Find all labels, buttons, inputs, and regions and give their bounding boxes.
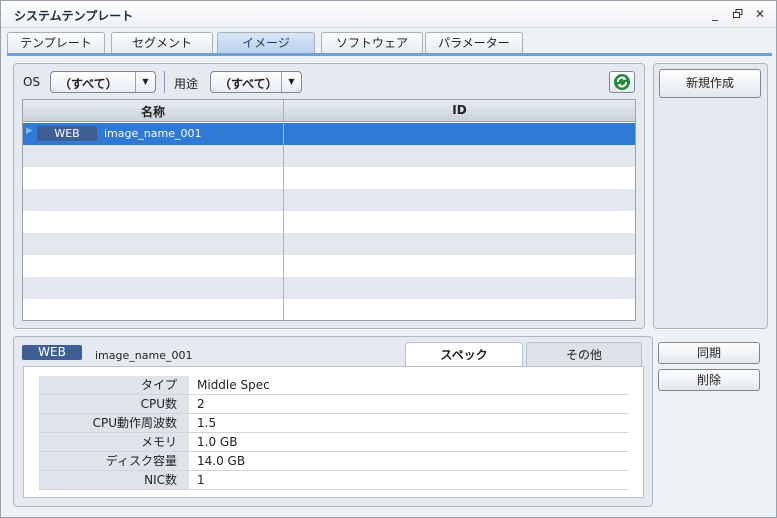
table-row <box>23 211 635 233</box>
spec-value: Middle Spec <box>189 376 628 394</box>
column-header-id[interactable]: ID <box>284 103 635 117</box>
table-row <box>23 299 635 320</box>
tab-spec[interactable]: スペック <box>405 342 523 367</box>
row-tag-badge: WEB <box>37 126 97 141</box>
table-row <box>23 167 635 189</box>
tab-parameter[interactable]: パラメーター <box>425 32 523 54</box>
window-title: システムテンプレート <box>14 9 134 23</box>
spec-value: 14.0 GB <box>189 452 628 470</box>
spec-value: 1 <box>189 471 628 489</box>
spec-key: CPU動作周波数 <box>39 414 189 432</box>
os-filter-value: （すべて） <box>59 77 118 91</box>
column-divider[interactable] <box>283 100 284 320</box>
row-name: image_name_001 <box>104 127 202 140</box>
chevron-down-icon: ▼ <box>135 72 155 92</box>
spec-row: CPU数 2 <box>39 395 628 414</box>
spec-key: CPU数 <box>39 395 189 413</box>
restore-icon[interactable] <box>730 6 746 22</box>
minimize-icon[interactable]: _ <box>707 6 723 22</box>
os-filter-label: OS <box>23 75 41 89</box>
tab-software[interactable]: ソフトウェア <box>321 32 423 54</box>
image-grid: 名称 ID ▶ WEB image_name_001 <box>22 99 636 321</box>
os-filter-select[interactable]: （すべて） ▼ <box>50 71 156 93</box>
detail-tag-badge: WEB <box>22 345 82 360</box>
table-row <box>23 277 635 299</box>
title-bar: システムテンプレート _ ✕ <box>1 1 776 28</box>
grid-header: 名称 ID <box>23 100 635 122</box>
column-header-name[interactable]: 名称 <box>23 103 283 120</box>
table-row[interactable]: ▶ WEB image_name_001 <box>23 123 635 145</box>
main-tabs: テンプレート セグメント イメージ ソフトウェア パラメーター <box>7 32 777 54</box>
tab-segment[interactable]: セグメント <box>111 32 213 54</box>
spec-row: メモリ 1.0 GB <box>39 433 628 452</box>
spec-row: NIC数 1 <box>39 471 628 490</box>
action-panel <box>653 63 768 329</box>
table-row <box>23 189 635 211</box>
table-row <box>23 233 635 255</box>
detail-image-name: image_name_001 <box>95 349 193 362</box>
table-row <box>23 145 635 167</box>
spec-key: タイプ <box>39 376 189 394</box>
tab-other[interactable]: その他 <box>526 342 642 367</box>
spec-row: CPU動作周波数 1.5 <box>39 414 628 433</box>
row-expand-icon[interactable]: ▶ <box>26 126 33 136</box>
tab-image[interactable]: イメージ <box>217 32 315 54</box>
usage-filter-select[interactable]: （すべて） ▼ <box>210 71 302 93</box>
spec-row: タイプ Middle Spec <box>39 376 628 395</box>
tab-underline <box>7 53 772 56</box>
spec-key: NIC数 <box>39 471 189 489</box>
sync-button[interactable]: 同期 <box>658 342 760 364</box>
usage-filter-label: 用途 <box>174 77 199 91</box>
spec-row: ディスク容量 14.0 GB <box>39 452 628 471</box>
spec-key: メモリ <box>39 433 189 451</box>
spec-value: 2 <box>189 395 628 413</box>
system-template-window: システムテンプレート _ ✕ テンプレート セグメント イメージ ソフトウェア … <box>0 0 777 518</box>
new-create-button[interactable]: 新規作成 <box>659 69 761 98</box>
usage-filter-value: （すべて） <box>219 77 278 91</box>
table-row <box>23 255 635 277</box>
spec-value: 1.5 <box>189 414 628 432</box>
chevron-down-icon: ▼ <box>281 72 301 92</box>
tab-template[interactable]: テンプレート <box>7 32 105 54</box>
filter-separator <box>164 71 165 93</box>
spec-key: ディスク容量 <box>39 452 189 470</box>
spec-table: タイプ Middle Spec CPU数 2 CPU動作周波数 1.5 メモリ … <box>23 366 644 498</box>
spec-value: 1.0 GB <box>189 433 628 451</box>
delete-button[interactable]: 削除 <box>658 369 760 391</box>
close-icon[interactable]: ✕ <box>752 6 768 22</box>
refresh-button[interactable] <box>609 71 635 93</box>
refresh-icon <box>614 74 630 90</box>
